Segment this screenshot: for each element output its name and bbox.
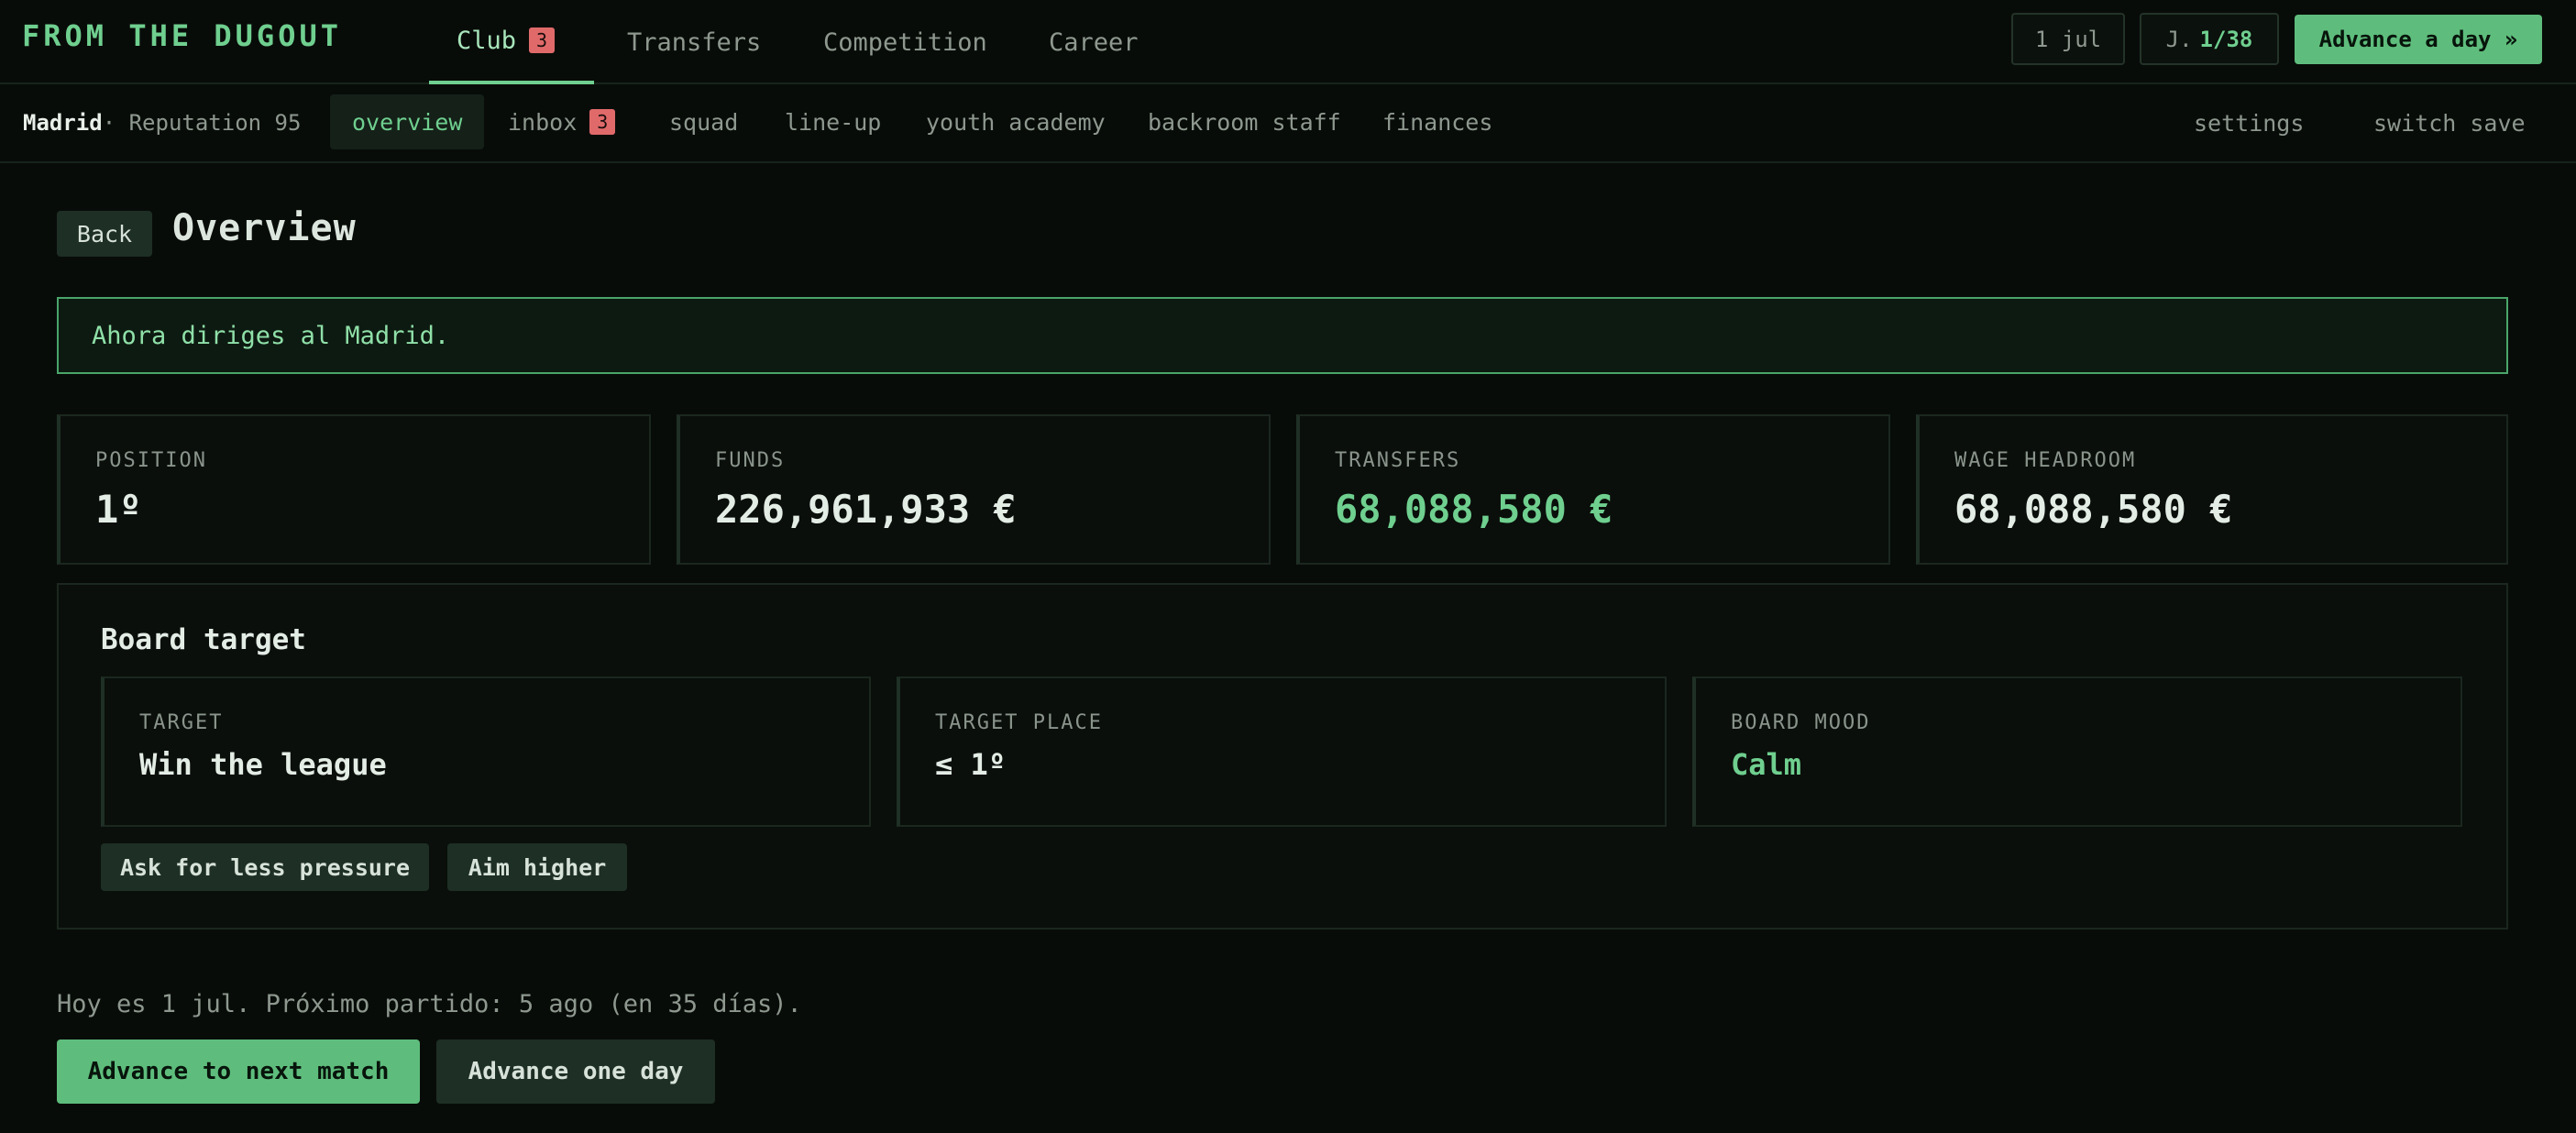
club-info: Madrid· Reputation 95 — [23, 110, 301, 136]
sub-nav: Madrid· Reputation 95 overview inbox 3 s… — [0, 84, 2576, 163]
board-card-label: TARGET — [139, 711, 224, 734]
subtab-squad-label: squad — [669, 108, 739, 136]
board-card-label: TARGET PLACE — [935, 711, 1103, 734]
board-card-value: Calm — [1731, 747, 1802, 782]
app-logo[interactable]: FROM THE DUGOUT — [22, 18, 342, 53]
advance-next-match-button[interactable]: Advance to next match — [57, 1040, 420, 1104]
switch-save-link[interactable]: switch save — [2373, 110, 2526, 137]
advance-one-day-button[interactable]: Advance one day — [436, 1040, 715, 1104]
subtab-overview-label: overview — [352, 108, 463, 136]
tab-club[interactable]: Club 3 — [429, 0, 594, 84]
stat-card-position: POSITION 1º — [57, 414, 651, 565]
stat-value: 68,088,580 € — [1954, 487, 2233, 532]
subtab-line-up[interactable]: line-up — [763, 94, 903, 149]
stat-label: POSITION — [95, 449, 207, 472]
matchday-prefix: J. — [2165, 26, 2193, 52]
club-badge: 3 — [529, 28, 556, 53]
subtab-youth-academy-label: youth academy — [926, 108, 1106, 136]
subtab-inbox-label: inbox — [508, 108, 578, 136]
tab-transfers[interactable]: Transfers — [600, 0, 788, 84]
board-card-target-place: TARGET PLACE ≤ 1º — [897, 676, 1667, 827]
settings-link[interactable]: settings — [2194, 110, 2304, 137]
matchday-value: 1/38 — [2199, 26, 2253, 52]
subtab-backroom-staff-label: backroom staff — [1148, 108, 1341, 136]
tab-career[interactable]: Career — [1021, 0, 1166, 84]
subtab-overview[interactable]: overview — [330, 94, 485, 149]
subtab-finances[interactable]: finances — [1360, 94, 1514, 149]
board-card-value: Win the league — [139, 747, 387, 782]
board-card-board-mood: BOARD MOOD Calm — [1692, 676, 2462, 827]
date-display: 1 jul — [2011, 13, 2125, 65]
top-bar: FROM THE DUGOUT Club 3 Transfers Competi… — [0, 0, 2576, 84]
stat-label: TRANSFERS — [1335, 449, 1461, 472]
board-title: Board target — [101, 623, 306, 656]
today-info: Hoy es 1 jul. Próximo partido: 5 ago (en… — [57, 990, 802, 1018]
stat-card-transfers: TRANSFERS 68,088,580 € — [1296, 414, 1890, 565]
notice-banner: Ahora diriges al Madrid. — [57, 297, 2508, 374]
tab-competition[interactable]: Competition — [796, 0, 1015, 84]
tab-club-label: Club — [457, 26, 517, 55]
subtab-line-up-label: line-up — [785, 108, 882, 136]
stat-value: 68,088,580 € — [1335, 487, 1613, 532]
board-card-target: TARGET Win the league — [101, 676, 871, 827]
subtab-youth-academy[interactable]: youth academy — [904, 94, 1128, 149]
stat-card-funds: FUNDS 226,961,933 € — [677, 414, 1271, 565]
tab-competition-label: Competition — [823, 28, 987, 57]
club-reputation: · Reputation 95 — [102, 110, 302, 136]
aim-higher-button[interactable]: Aim higher — [447, 843, 627, 891]
advance-a-day-button[interactable]: Advance a day » — [2295, 15, 2542, 64]
stat-card-wage-headroom: WAGE HEADROOM 68,088,580 € — [1916, 414, 2508, 565]
inbox-badge: 3 — [589, 109, 616, 135]
club-name: Madrid — [23, 110, 103, 136]
matchday-display: J. 1/38 — [2140, 13, 2279, 65]
stat-value: 226,961,933 € — [715, 487, 1017, 532]
back-button[interactable]: Back — [57, 211, 152, 257]
notice-text: Ahora diriges al Madrid. — [92, 321, 450, 350]
tab-career-label: Career — [1049, 28, 1139, 57]
board-card-label: BOARD MOOD — [1731, 711, 1871, 734]
tab-transfers-label: Transfers — [627, 28, 762, 57]
stat-label: WAGE HEADROOM — [1954, 449, 2137, 472]
ask-less-pressure-button[interactable]: Ask for less pressure — [101, 843, 429, 891]
board-target-panel: Board target TARGET Win the league TARGE… — [57, 583, 2508, 930]
date-text: 1 jul — [2034, 26, 2102, 52]
subtab-inbox[interactable]: inbox 3 — [486, 94, 637, 149]
subtab-finances-label: finances — [1382, 108, 1493, 136]
subtab-squad[interactable]: squad — [647, 94, 760, 149]
stat-label: FUNDS — [715, 449, 786, 472]
page-title: Overview — [172, 207, 357, 249]
stat-value: 1º — [95, 487, 142, 532]
board-card-value: ≤ 1º — [935, 747, 1007, 782]
subtab-backroom-staff[interactable]: backroom staff — [1126, 94, 1363, 149]
